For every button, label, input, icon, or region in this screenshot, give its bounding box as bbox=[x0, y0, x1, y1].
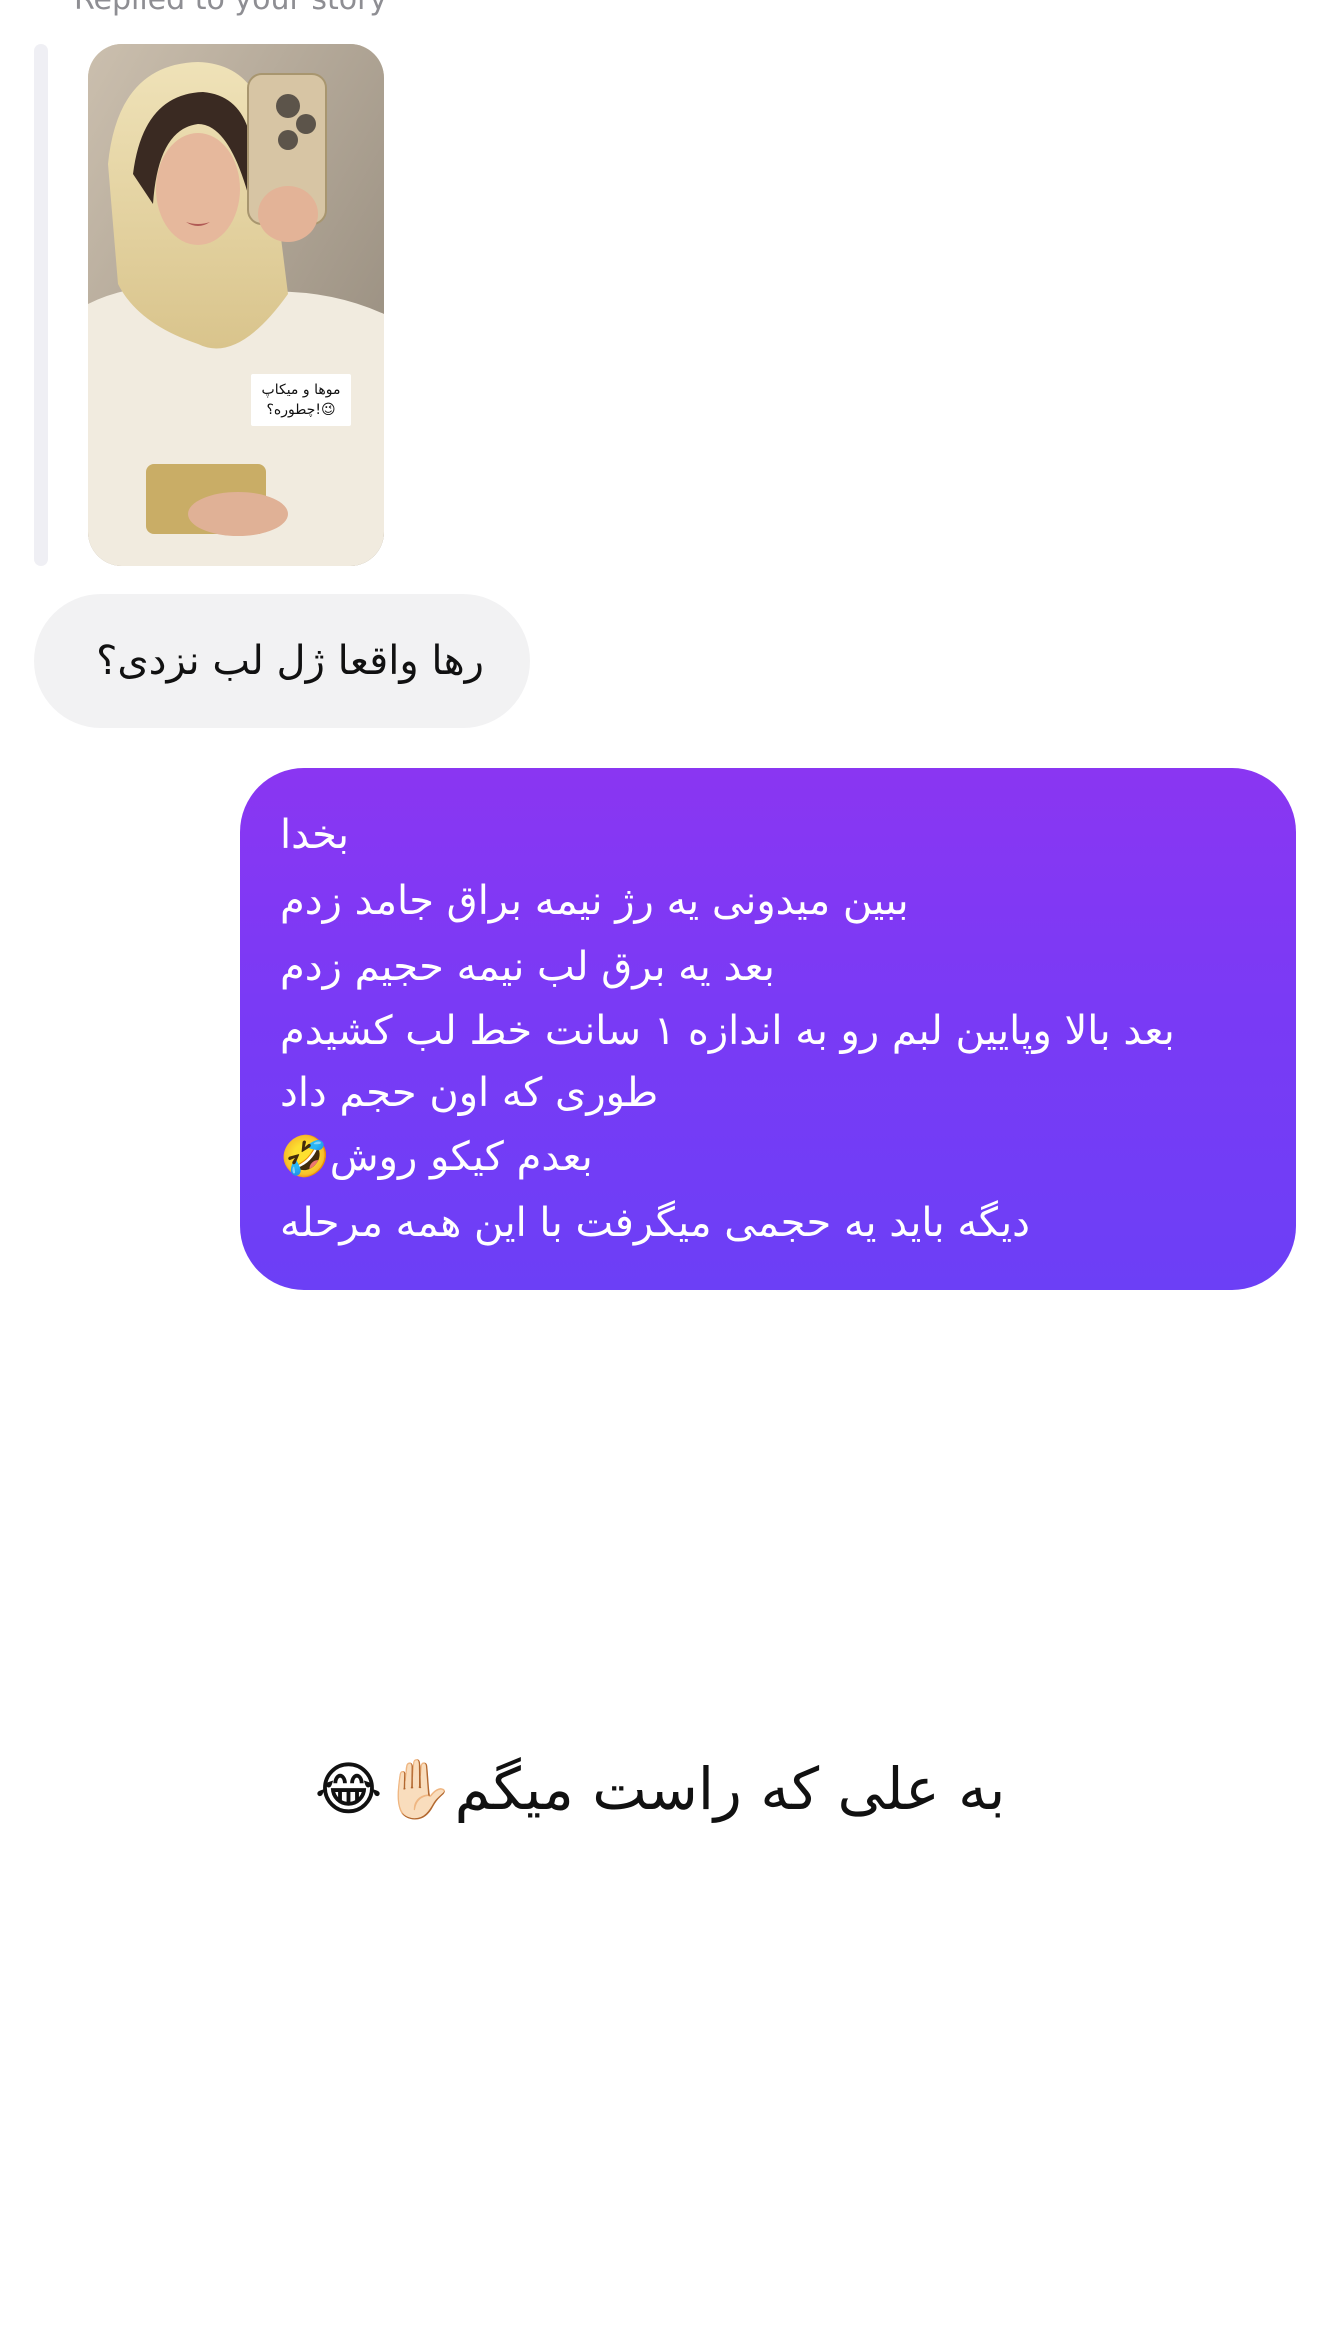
sent-message-line: طوری که اون حجم داد bbox=[280, 1070, 659, 1116]
sent-message-line: بعد بالا وپایین لبم رو به اندازه ۱ سانت … bbox=[280, 1008, 1175, 1054]
sent-message-line: بخدا bbox=[280, 812, 350, 858]
reply-indicator-bar bbox=[34, 44, 48, 566]
sent-message-bubble[interactable]: بخدا ببین میدونی یه رژ نیمه براق جامد زد… bbox=[240, 768, 1296, 1290]
reply-label: Replied to your story bbox=[74, 0, 387, 17]
sticker-line-1: موها و میکاپ bbox=[261, 382, 341, 398]
overlay-caption: به علی که راست میگم✋🏻😂 bbox=[314, 1755, 1006, 1823]
story-thumbnail[interactable]: موها و میکاپ چطوره؟!😉 bbox=[88, 44, 384, 566]
sent-message-line: بعدم کیکو روش🤣 bbox=[280, 1134, 593, 1180]
sticker-line-2: چطوره؟!😉 bbox=[266, 402, 336, 418]
sent-message-line: دیگه باید یه حجمی میگرفت با این همه مرحل… bbox=[280, 1200, 1030, 1246]
received-message-bubble[interactable]: رها واقعا ژل لب نزدی؟ bbox=[34, 594, 530, 728]
story-photo bbox=[88, 44, 384, 566]
sent-message-line: بعد یه برق لب نیمه حجیم زدم bbox=[280, 944, 775, 990]
sent-message-line: ببین میدونی یه رژ نیمه براق جامد زدم bbox=[280, 878, 909, 924]
story-text-sticker: موها و میکاپ چطوره؟!😉 bbox=[251, 374, 351, 426]
received-message-text: رها واقعا ژل لب نزدی؟ bbox=[96, 638, 484, 684]
